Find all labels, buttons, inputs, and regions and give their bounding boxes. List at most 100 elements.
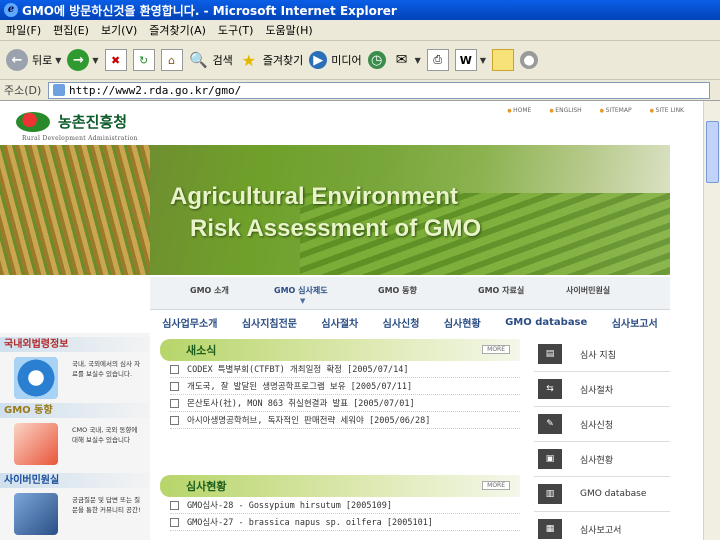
right-menu: ▤ 심사 지침 ⇆ 심사절차 ✎ 심사신청 ▣ 심사현황 ▥ GMO database ▦… (534, 337, 670, 540)
stop-icon: ✖ (104, 49, 127, 71)
right-item-label: 심사 지침 (580, 350, 616, 361)
toolbar: ← 뒤로 ▼ → ▼ ✖ ↻ ⌂ 🔍 검색 ★ 즐겨찾기 ▶ 미디어 ◷ ✉ ▼… (0, 41, 720, 80)
forward-button[interactable]: → ▼ (67, 45, 99, 75)
logo-text: 농촌진흥청 (58, 113, 128, 131)
back-button[interactable]: ← 뒤로 ▼ (6, 45, 61, 75)
hero-banner: Agricultural Environment Risk Assessment… (0, 145, 670, 275)
menu-bar: 파일(F) 편집(E) 보기(V) 즐겨찾기(A) 도구(T) 도움말(H) (0, 20, 720, 41)
window-titlebar: e GMO에 방문하신것을 환영합니다. - Microsoft Interne… (0, 0, 720, 20)
menu-view[interactable]: 보기(V) (101, 22, 137, 38)
right-item-label: 심사보고서 (580, 525, 622, 536)
left-section-text: 국내, 국외에서의 심사 자료를 보실수 있습니다. (72, 360, 141, 378)
print-button[interactable]: ⎙ (426, 45, 449, 75)
menu-edit[interactable]: 편집(E) (53, 22, 89, 38)
address-label: 주소(D) (4, 84, 42, 97)
edit-button[interactable]: W ▼ (454, 45, 486, 75)
bullet-icon (170, 517, 179, 527)
subnav-application[interactable]: 심사신청 (383, 315, 420, 330)
subnav-procedure[interactable]: 심사절차 (321, 315, 358, 330)
note-button[interactable] (491, 45, 514, 75)
address-bar: 주소(D) http://www2.rda.go.kr/gmo/ (0, 80, 720, 101)
menu-help[interactable]: 도움말(H) (265, 22, 312, 38)
search-label: 검색 (212, 54, 233, 67)
logo-subtitle: Rural Development Administration (22, 135, 138, 142)
media-button[interactable]: ▶ 미디어 (309, 45, 362, 75)
favorites-label: 즐겨찾기 (262, 54, 304, 67)
vertical-scrollbar[interactable] (703, 101, 720, 540)
refresh-icon: ↻ (132, 49, 155, 71)
status-section: 심사현황 MORE GMO심사-28 - Gossypium hirsutum … (160, 475, 520, 531)
list-item[interactable]: GMO심사-28 - Gossypium hirsutum [2005109] (170, 497, 520, 514)
mail-button[interactable]: ✉ ▼ (392, 45, 421, 75)
news-header: 새소식 MORE (160, 339, 520, 361)
nav-gmo-review[interactable]: GMO 심사제도 (274, 285, 328, 296)
menu-file[interactable]: 파일(F) (6, 22, 41, 38)
right-item-procedure[interactable]: ⇆ 심사절차 (534, 372, 670, 407)
search-button[interactable]: 🔍 검색 (189, 45, 233, 75)
site-logo[interactable]: 농촌진흥청 (16, 111, 127, 132)
news-more-button[interactable]: MORE (482, 345, 510, 354)
stop-button[interactable]: ✖ (104, 45, 127, 75)
status-header: 심사현황 MORE (160, 475, 520, 497)
list-item[interactable]: CODEX 특별부회(CTFBT) 개최일정 확정 [2005/07/14] (170, 361, 520, 378)
list-item[interactable]: 몬산토사(社), MON 863 취실현결과 발표 [2005/07/01] (170, 395, 520, 412)
nav-gmo-archive[interactable]: GMO 자료실 (478, 285, 524, 296)
list-item[interactable]: GMO심사-27 - brassica napus sp. oilfera [2… (170, 514, 520, 531)
top-link-english[interactable]: ENGLISH (549, 107, 581, 114)
refresh-button[interactable]: ↻ (132, 45, 155, 75)
list-item[interactable]: 개도국, 잘 발달된 생명공학프로그램 보유 [2005/07/11] (170, 378, 520, 395)
nav-cyber-office[interactable]: 사이버민원실 (566, 285, 610, 296)
top-link-sitemap[interactable]: SITEMAP (600, 107, 632, 114)
right-item-label: 심사절차 (580, 385, 614, 396)
nav-gmo-trends[interactable]: GMO 동향 (378, 285, 417, 296)
subnav-status[interactable]: 심사현황 (444, 315, 481, 330)
scrollbar-thumb[interactable] (706, 121, 719, 183)
sub-nav: 심사업무소개 심사지침전문 심사절차 심사신청 심사현황 GMO databas… (150, 310, 670, 334)
chevron-down-icon[interactable]: ▼ (55, 56, 61, 65)
news-title: 새소식 (186, 344, 217, 357)
book-icon: ▥ (538, 484, 562, 504)
chevron-down-icon[interactable]: ▼ (92, 56, 98, 65)
news-item-text: 아시아생명공학허브, 독자적인 판매전략 세워야 [2005/06/28] (187, 416, 431, 426)
subnav-guidelines[interactable]: 심사지침전문 (242, 315, 297, 330)
nav-gmo-intro[interactable]: GMO 소개 (190, 285, 229, 296)
subnav-overview[interactable]: 심사업무소개 (162, 315, 217, 330)
list-item[interactable]: 아시아생명공학허브, 독자적인 판매전략 세워야 [2005/06/28] (170, 412, 520, 429)
word-icon: W (454, 49, 477, 71)
top-links: HOME ENGLISH SITEMAP SITE LINK (489, 107, 684, 114)
messenger-icon: ● (519, 51, 538, 69)
left-section-laws[interactable]: 국내외법령정보 국내, 국외에서의 심사 자료를 보실수 있습니다. (0, 337, 150, 399)
right-item-status[interactable]: ▣ 심사현황 (534, 442, 670, 477)
left-section-title: GMO 동향 (0, 403, 150, 418)
status-more-button[interactable]: MORE (482, 481, 510, 490)
top-link-sitelink[interactable]: SITE LINK (650, 107, 684, 114)
menu-favorites[interactable]: 즐겨찾기(A) (149, 22, 206, 38)
subnav-database[interactable]: GMO database (505, 317, 587, 328)
monitor-icon: ▣ (538, 449, 562, 469)
mail-icon: ✉ (395, 52, 408, 68)
favorites-button[interactable]: ★ 즐겨찾기 (239, 45, 304, 75)
right-item-guidelines[interactable]: ▤ 심사 지침 (534, 337, 670, 372)
subnav-reports[interactable]: 심사보고서 (612, 315, 658, 330)
left-section-trends[interactable]: GMO 동향 CMO 국내, 국외 동향에 대해 보실수 있습니다 (0, 403, 150, 465)
menu-tools[interactable]: 도구(T) (218, 22, 254, 38)
status-item-text: GMO심사-27 - brassica napus sp. oilfera [2… (187, 518, 433, 528)
right-item-reports[interactable]: ▦ 심사보고서 (534, 512, 670, 540)
address-url: http://www2.rda.go.kr/gmo/ (69, 83, 242, 97)
back-label: 뒤로 (32, 54, 53, 67)
chevron-down-icon[interactable]: ▼ (415, 56, 421, 65)
rda-logo-icon (16, 111, 50, 132)
left-section-cyber[interactable]: 사이버민원실 궁금질문 및 답변 또는 질문을 통한 커뮤니티 공간! (0, 473, 150, 535)
home-button[interactable]: ⌂ (160, 45, 183, 75)
top-link-home[interactable]: HOME (507, 107, 531, 114)
right-item-database[interactable]: ▥ GMO database (534, 477, 670, 512)
left-section-title: 국내외법령정보 (0, 337, 150, 352)
history-button[interactable]: ◷ (367, 45, 386, 75)
bullet-icon (170, 398, 179, 408)
messenger-button[interactable]: ● (519, 45, 538, 75)
right-item-application[interactable]: ✎ 심사신청 (534, 407, 670, 442)
chevron-down-icon[interactable]: ▼ (480, 56, 486, 65)
address-input[interactable]: http://www2.rda.go.kr/gmo/ (48, 81, 710, 99)
banner-title-line1: Agricultural Environment (170, 183, 459, 210)
ie-logo-icon: e (4, 3, 18, 17)
